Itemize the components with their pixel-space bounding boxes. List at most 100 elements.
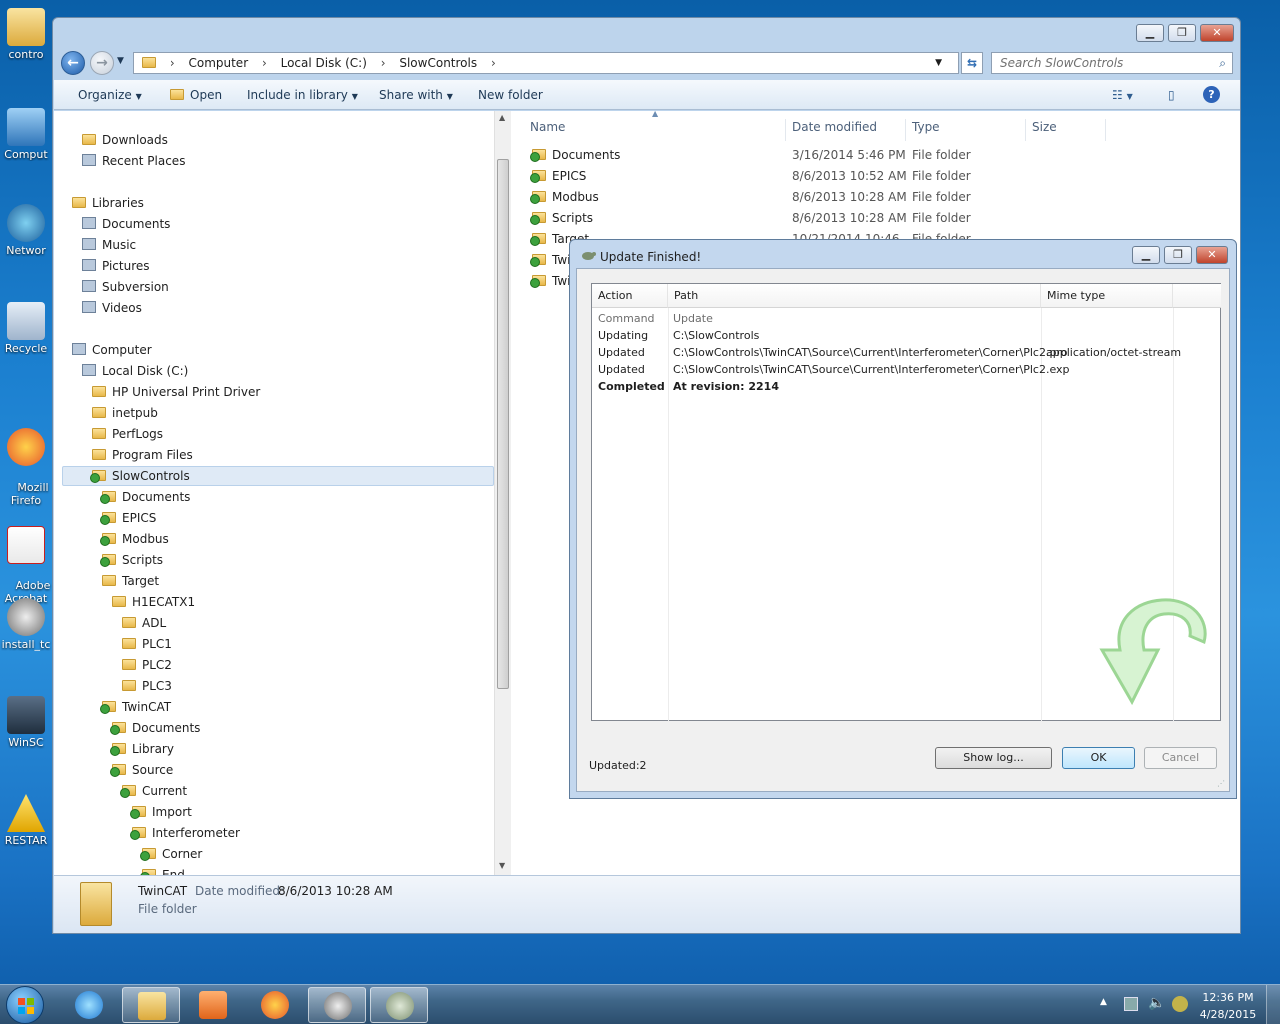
open-button[interactable]: Open — [170, 88, 222, 102]
tree-item[interactable]: Source — [110, 761, 173, 779]
refresh-button[interactable]: ⇆ — [961, 52, 983, 74]
cancel-button[interactable]: Cancel — [1144, 747, 1217, 769]
change-view-button[interactable]: ☷ ▼ — [1112, 88, 1133, 102]
tree-item[interactable]: Current — [120, 782, 187, 800]
tree-item[interactable]: Library — [110, 740, 174, 758]
tree-item[interactable]: ADL — [122, 614, 166, 632]
folder-icon — [122, 617, 136, 628]
show-desktop-button[interactable] — [1266, 985, 1280, 1024]
tree-item[interactable]: PLC3 — [122, 677, 172, 695]
show-log-button[interactable]: Show log... — [935, 747, 1052, 769]
share-with-button[interactable]: Share with ▼ — [379, 88, 453, 102]
tree-item[interactable]: Subversion — [82, 278, 169, 296]
column-header-size[interactable]: Size — [1026, 119, 1106, 141]
tree-item[interactable]: inetpub — [92, 404, 158, 422]
tree-item[interactable]: Local Disk (C:) — [82, 362, 188, 380]
breadcrumb-local-disk[interactable]: Local Disk (C:) — [281, 56, 367, 70]
tree-item[interactable]: Recent Places — [82, 152, 185, 170]
resize-grip-icon[interactable]: ⋰ — [1217, 779, 1225, 788]
minimize-button[interactable]: ▁ — [1136, 24, 1164, 42]
dialog-minimize-button[interactable]: ▁ — [1132, 246, 1160, 264]
desktop-icon-winscp[interactable]: WinSC — [0, 696, 52, 749]
taskbar-internet-explorer[interactable] — [60, 987, 118, 1023]
tray-app-icon[interactable] — [1172, 996, 1188, 1012]
file-row[interactable]: EPICS 8/6/2013 10:52 AM File folder — [524, 166, 1124, 187]
tree-item[interactable]: Libraries — [72, 194, 144, 212]
scroll-down-icon[interactable]: ▼ — [499, 861, 505, 870]
tree-item[interactable]: EPICS — [100, 509, 156, 527]
tree-item[interactable]: Modbus — [100, 530, 169, 548]
column-divider — [668, 308, 669, 722]
desktop-icon-computer[interactable]: Comput — [0, 108, 52, 161]
tree-item[interactable]: PLC2 — [122, 656, 172, 674]
tree-item[interactable]: Downloads — [82, 131, 168, 149]
taskbar-media-player[interactable] — [184, 987, 242, 1023]
forward-button[interactable]: → — [90, 51, 114, 75]
column-header-date-modified[interactable]: Date modified — [786, 119, 906, 141]
navigation-pane-scrollbar[interactable]: ▲ ▼ — [494, 111, 511, 875]
desktop-icon-install[interactable]: install_tc — [0, 598, 52, 651]
tree-item[interactable]: Documents — [100, 488, 190, 506]
ok-button[interactable]: OK — [1062, 747, 1135, 769]
scroll-up-icon[interactable]: ▲ — [499, 113, 505, 122]
preview-pane-button[interactable]: ▯ — [1168, 88, 1175, 102]
start-button[interactable] — [6, 986, 44, 1024]
tree-item[interactable]: Music — [82, 236, 136, 254]
tree-item[interactable]: HP Universal Print Driver — [92, 383, 260, 401]
include-in-library-button[interactable]: Include in library ▼ — [247, 88, 358, 102]
tree-item[interactable]: Pictures — [82, 257, 150, 275]
dialog-maximize-button[interactable]: ❐ — [1164, 246, 1192, 264]
maximize-button[interactable]: ❐ — [1168, 24, 1196, 42]
tree-item[interactable]: Program Files — [92, 446, 193, 464]
file-row[interactable]: Documents 3/16/2014 5:46 PM File folder — [524, 145, 1124, 166]
tree-item[interactable]: TwinCAT — [100, 698, 171, 716]
network-icon[interactable] — [1124, 997, 1138, 1011]
search-input[interactable]: Search SlowControls ⌕ — [991, 52, 1233, 74]
help-button[interactable]: ? — [1203, 86, 1220, 103]
tree-item[interactable]: Interferometer — [130, 824, 240, 842]
taskbar-tortoise-svn[interactable] — [370, 987, 428, 1023]
column-header-path[interactable]: Path — [668, 284, 1041, 308]
volume-icon[interactable]: 🔈 — [1148, 995, 1165, 1011]
tree-item[interactable]: Target — [102, 572, 159, 590]
desktop-icon-recycle-bin[interactable]: Recycle — [0, 302, 52, 355]
desktop-icon-user-folder[interactable]: contro — [0, 8, 52, 61]
file-row[interactable]: Modbus 8/6/2013 10:28 AM File folder — [524, 187, 1124, 208]
tree-item[interactable]: Documents — [82, 215, 170, 233]
file-row[interactable]: Scripts 8/6/2013 10:28 AM File folder — [524, 208, 1124, 229]
taskbar-windows-explorer[interactable] — [122, 987, 180, 1023]
column-header-action[interactable]: Action — [592, 284, 668, 308]
tree-item[interactable]: PerfLogs — [92, 425, 163, 443]
tree-item[interactable]: SlowControls — [90, 467, 190, 485]
tree-item[interactable]: Corner — [140, 845, 202, 863]
address-dropdown-chevron-icon[interactable]: ▼ — [935, 53, 942, 73]
tree-item[interactable]: Scripts — [100, 551, 163, 569]
tree-item[interactable]: Import — [130, 803, 192, 821]
breadcrumb-slowcontrols[interactable]: SlowControls — [399, 56, 477, 70]
taskbar-firefox[interactable] — [246, 987, 304, 1023]
scrollbar-thumb[interactable] — [497, 159, 509, 689]
new-folder-button[interactable]: New folder — [478, 88, 543, 102]
taskbar-install-app[interactable] — [308, 987, 366, 1023]
clock[interactable]: 12:36 PM 4/28/2015 — [1198, 991, 1258, 1021]
close-button[interactable]: ✕ — [1200, 24, 1234, 42]
tree-item[interactable]: End — [140, 866, 185, 875]
desktop-icon-restart[interactable]: RESTAR — [0, 794, 52, 847]
column-header-name[interactable]: Name — [524, 119, 786, 141]
back-button[interactable]: ← — [61, 51, 85, 75]
tree-item[interactable]: Videos — [82, 299, 142, 317]
tree-item[interactable]: Computer — [72, 341, 152, 359]
tree-item[interactable]: PLC1 — [122, 635, 172, 653]
tree-item[interactable]: H1ECATX1 — [112, 593, 195, 611]
update-results-list[interactable]: Action Path Mime type Command Update Updat… — [591, 283, 1221, 722]
desktop-icon-network[interactable]: Networ — [0, 204, 52, 257]
tree-item[interactable]: Documents — [110, 719, 200, 737]
column-header-mime-type[interactable]: Mime type — [1041, 284, 1173, 308]
show-hidden-icons-chevron-icon[interactable]: ▲ — [1100, 997, 1107, 1007]
column-header-type[interactable]: Type — [906, 119, 1026, 141]
address-bar[interactable]: › Computer › Local Disk (C:) › SlowContr… — [133, 52, 959, 74]
breadcrumb-computer[interactable]: Computer — [188, 56, 248, 70]
dialog-close-button[interactable]: ✕ — [1196, 246, 1228, 264]
organize-button[interactable]: Organize ▼ — [78, 88, 142, 102]
recent-pages-chevron-icon[interactable]: ▼ — [117, 56, 124, 66]
